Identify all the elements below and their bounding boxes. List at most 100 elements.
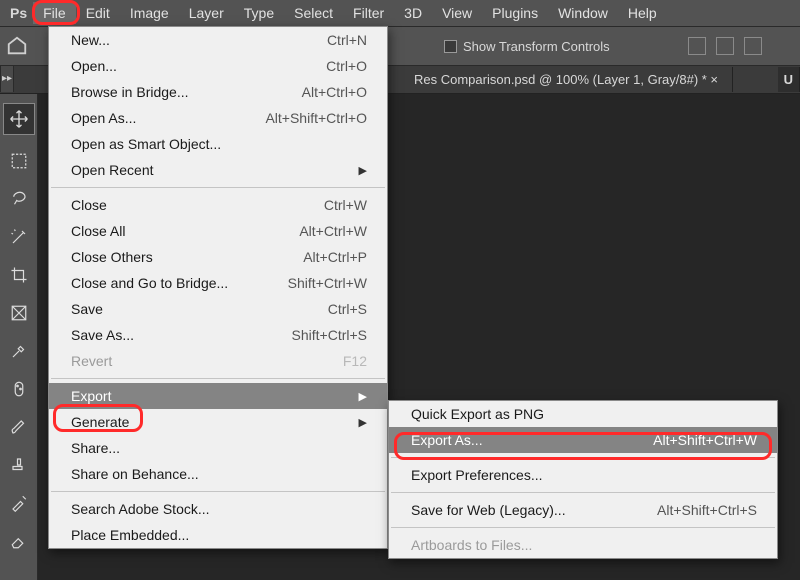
menu-item-label: Open as Smart Object... bbox=[71, 136, 367, 152]
frame-tool-icon[interactable] bbox=[8, 302, 30, 324]
marquee-tool-icon[interactable] bbox=[8, 150, 30, 172]
menu-item-shortcut: F12 bbox=[343, 353, 367, 369]
stamp-tool-icon[interactable] bbox=[8, 454, 30, 476]
menu-item-label: Save for Web (Legacy)... bbox=[411, 502, 625, 518]
menu-separator bbox=[51, 378, 385, 379]
menu-separator bbox=[391, 457, 775, 458]
show-transform-controls-checkbox[interactable]: Show Transform Controls bbox=[444, 39, 610, 54]
menu-file[interactable]: File bbox=[33, 2, 76, 24]
export-submenu-dropdown: Quick Export as PNG Export As...Alt+Shift… bbox=[388, 400, 778, 559]
export-menu-item-quick-export-as-png[interactable]: Quick Export as PNG bbox=[389, 401, 777, 427]
file-menu-item-save-as[interactable]: Save As... Shift+Ctrl+S bbox=[49, 322, 387, 348]
file-menu-item-open-recent[interactable]: Open Recent ▶ bbox=[49, 157, 387, 183]
file-menu-item-open[interactable]: Open... Ctrl+O bbox=[49, 53, 387, 79]
submenu-arrow-icon: ▶ bbox=[359, 416, 367, 429]
menu-view[interactable]: View bbox=[432, 2, 482, 24]
menu-item-shortcut: Ctrl+N bbox=[327, 32, 367, 48]
menu-item-label: Search Adobe Stock... bbox=[71, 501, 367, 517]
document-tab-right[interactable]: U bbox=[778, 67, 800, 92]
menu-help[interactable]: Help bbox=[618, 2, 667, 24]
menu-item-shortcut: Ctrl+O bbox=[326, 58, 367, 74]
file-menu-item-close[interactable]: CloseCtrl+W bbox=[49, 192, 387, 218]
tools-panel bbox=[0, 94, 38, 580]
file-menu-item-save[interactable]: Save Ctrl+S bbox=[49, 296, 387, 322]
menu-item-label: Close and Go to Bridge... bbox=[71, 275, 256, 291]
menu-item-label: Generate bbox=[71, 414, 341, 430]
lasso-tool-icon[interactable] bbox=[8, 188, 30, 210]
panel-collapse-toggle[interactable]: ▸▸ bbox=[0, 66, 14, 92]
file-menu-item-close-and-go-to-bridge[interactable]: Close and Go to Bridge... Shift+Ctrl+W bbox=[49, 270, 387, 296]
menu-filter[interactable]: Filter bbox=[343, 2, 394, 24]
menu-item-label: Export Preferences... bbox=[411, 467, 757, 483]
menu-item-label: Open Recent bbox=[71, 162, 341, 178]
file-menu-item-new[interactable]: New... Ctrl+N bbox=[49, 27, 387, 53]
file-menu-item-share[interactable]: Share... bbox=[49, 435, 387, 461]
app-logo: Ps bbox=[4, 2, 33, 24]
menu-item-label: Browse in Bridge... bbox=[71, 84, 270, 100]
menu-item-shortcut: Alt+Shift+Ctrl+O bbox=[265, 110, 367, 126]
align-icon-3[interactable] bbox=[744, 37, 762, 55]
history-brush-tool-icon[interactable] bbox=[8, 492, 30, 514]
menu-item-shortcut: Shift+Ctrl+W bbox=[288, 275, 367, 291]
eyedropper-tool-icon[interactable] bbox=[8, 340, 30, 362]
file-menu-item-open-as-smart-object[interactable]: Open as Smart Object... bbox=[49, 131, 387, 157]
menu-window[interactable]: Window bbox=[548, 2, 618, 24]
submenu-arrow-icon: ▶ bbox=[359, 390, 367, 403]
menu-item-label: New... bbox=[71, 32, 295, 48]
file-menu-dropdown: New... Ctrl+N Open... Ctrl+O Browse in Bridg… bbox=[48, 26, 388, 549]
menu-item-shortcut: Ctrl+S bbox=[328, 301, 367, 317]
menu-item-label: Quick Export as PNG bbox=[411, 406, 757, 422]
menu-select[interactable]: Select bbox=[284, 2, 343, 24]
menu-edit[interactable]: Edit bbox=[76, 2, 120, 24]
menu-item-label: Open... bbox=[71, 58, 294, 74]
menu-separator bbox=[51, 187, 385, 188]
menu-item-label: Save bbox=[71, 301, 296, 317]
menu-item-label: Close All bbox=[71, 223, 267, 239]
menu-item-label: Export bbox=[71, 388, 341, 404]
menu-separator bbox=[391, 527, 775, 528]
wand-tool-icon[interactable] bbox=[8, 226, 30, 248]
menu-item-label: Artboards to Files... bbox=[411, 537, 757, 553]
menu-type[interactable]: Type bbox=[234, 2, 284, 24]
export-menu-item-save-for-web-legacy[interactable]: Save for Web (Legacy)...Alt+Shift+Ctrl+S bbox=[389, 497, 777, 523]
align-icon-1[interactable] bbox=[688, 37, 706, 55]
eraser-tool-icon[interactable] bbox=[8, 530, 30, 552]
menu-item-label: Share on Behance... bbox=[71, 466, 367, 482]
file-menu-item-place-embedded[interactable]: Place Embedded... bbox=[49, 522, 387, 548]
brush-tool-icon[interactable] bbox=[8, 416, 30, 438]
menu-item-shortcut: Ctrl+W bbox=[324, 197, 367, 213]
file-menu-item-browse-in-bridge[interactable]: Browse in Bridge... Alt+Ctrl+O bbox=[49, 79, 387, 105]
healing-tool-icon[interactable] bbox=[8, 378, 30, 400]
move-tool-icon[interactable] bbox=[4, 104, 34, 134]
export-menu-item-export-as[interactable]: Export As...Alt+Shift+Ctrl+W bbox=[389, 427, 777, 453]
menu-plugins[interactable]: Plugins bbox=[482, 2, 548, 24]
menu-image[interactable]: Image bbox=[120, 2, 179, 24]
file-menu-item-export[interactable]: Export ▶ bbox=[49, 383, 387, 409]
menu-item-label: Place Embedded... bbox=[71, 527, 367, 543]
align-icon-2[interactable] bbox=[716, 37, 734, 55]
menu-separator bbox=[51, 491, 385, 492]
file-menu-item-close-others[interactable]: Close OthersAlt+Ctrl+P bbox=[49, 244, 387, 270]
menu-item-label: Export As... bbox=[411, 432, 621, 448]
file-menu-item-search-adobe-stock[interactable]: Search Adobe Stock... bbox=[49, 496, 387, 522]
menu-item-label: Revert bbox=[71, 353, 311, 369]
document-tab[interactable]: Res Comparison.psd @ 100% (Layer 1, Gray… bbox=[400, 67, 733, 92]
menu-item-shortcut: Alt+Ctrl+O bbox=[302, 84, 367, 100]
file-menu-item-share-on-behance[interactable]: Share on Behance... bbox=[49, 461, 387, 487]
submenu-arrow-icon: ▶ bbox=[359, 164, 367, 177]
export-menu-item-export-preferences[interactable]: Export Preferences... bbox=[389, 462, 777, 488]
file-menu-item-close-all[interactable]: Close All Alt+Ctrl+W bbox=[49, 218, 387, 244]
file-menu-item-generate[interactable]: Generate ▶ bbox=[49, 409, 387, 435]
menu-item-label: Open As... bbox=[71, 110, 233, 126]
menubar: Ps File Edit Image Layer Type Select Fil… bbox=[0, 0, 800, 26]
menu-item-label: Share... bbox=[71, 440, 367, 456]
home-icon[interactable] bbox=[6, 35, 28, 57]
show-transform-controls-label: Show Transform Controls bbox=[463, 39, 610, 54]
menu-item-shortcut: Alt+Ctrl+W bbox=[299, 223, 367, 239]
menu-layer[interactable]: Layer bbox=[179, 2, 234, 24]
crop-tool-icon[interactable] bbox=[8, 264, 30, 286]
file-menu-item-open-as[interactable]: Open As... Alt+Shift+Ctrl+O bbox=[49, 105, 387, 131]
menu-3d[interactable]: 3D bbox=[394, 2, 432, 24]
menu-item-label: Save As... bbox=[71, 327, 260, 343]
menu-item-shortcut: Shift+Ctrl+S bbox=[292, 327, 367, 343]
